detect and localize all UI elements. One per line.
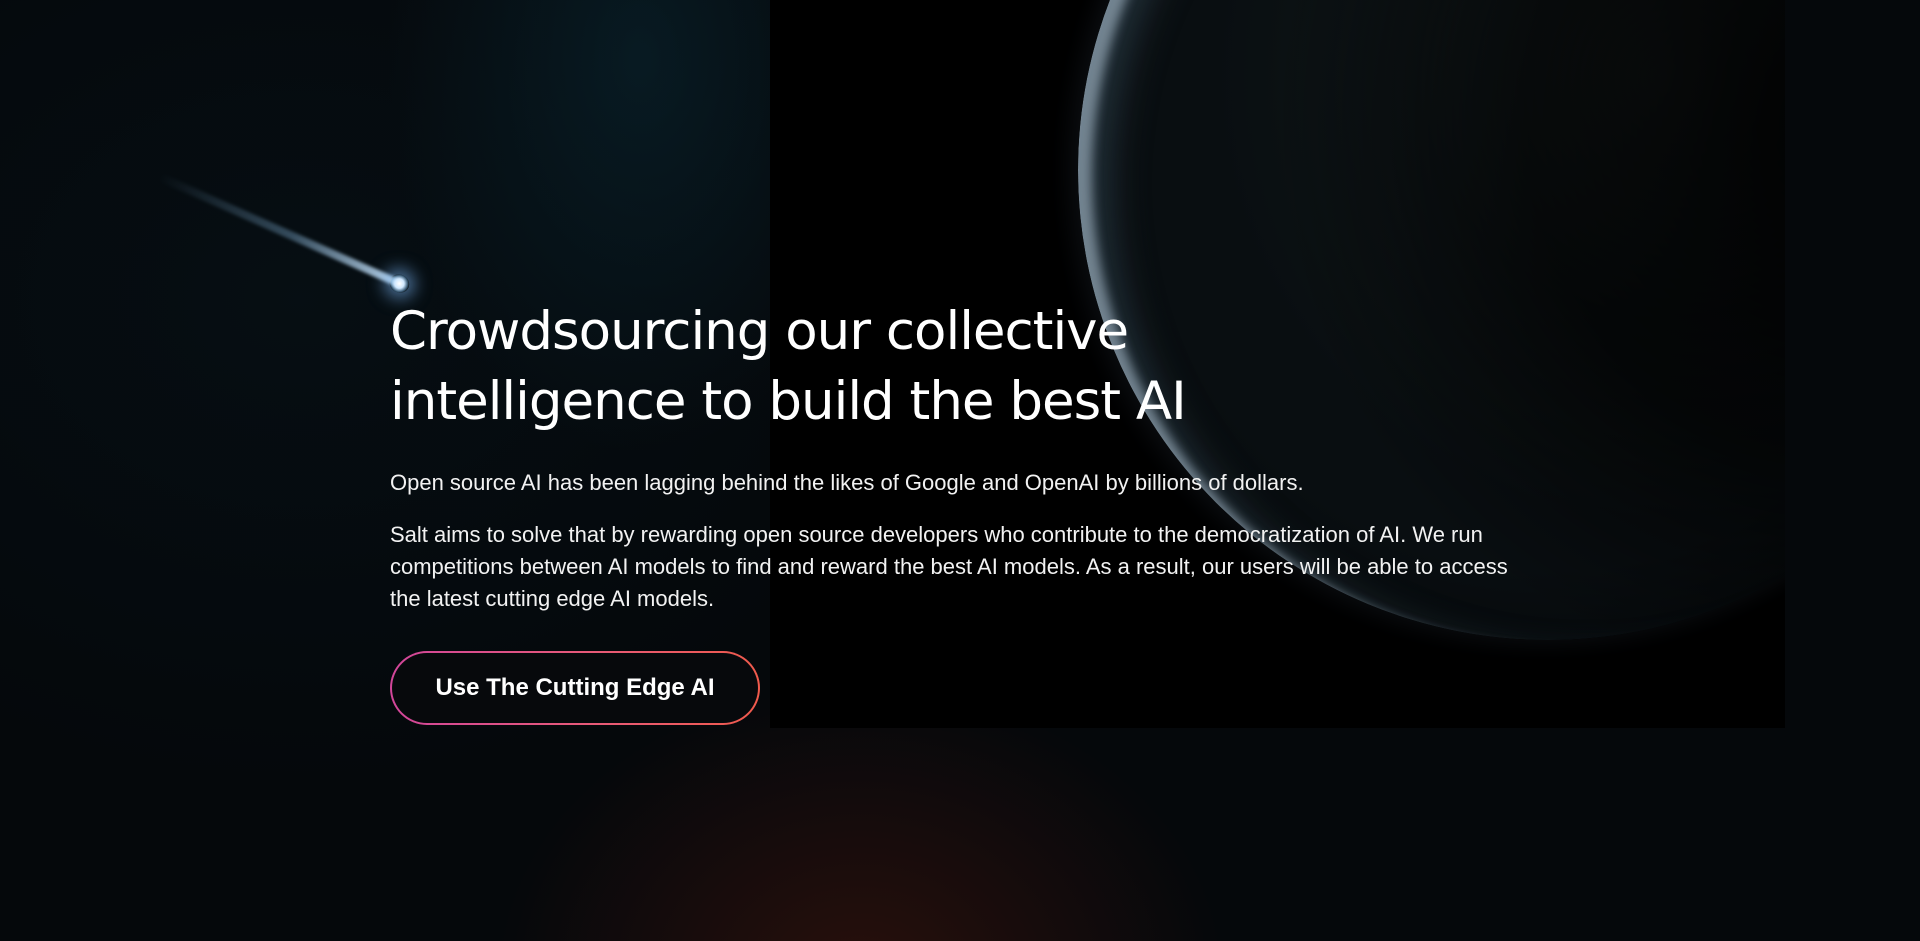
- hero-title: Crowdsourcing our collective intelligenc…: [390, 301, 1187, 432]
- hero-intro-paragraph: Open source AI has been lagging behind t…: [390, 470, 1304, 495]
- hero-section: Crowdsourcing our collective intelligenc…: [390, 297, 1550, 725]
- hero-mission-paragraph: Salt aims to solve that by rewarding ope…: [390, 522, 1508, 611]
- use-cutting-edge-ai-button[interactable]: Use The Cutting Edge AI: [390, 651, 760, 725]
- comet-tail: [158, 173, 401, 288]
- landing-page: Crowdsourcing our collective intelligenc…: [0, 0, 1920, 941]
- comet-illustration: [156, 169, 413, 296]
